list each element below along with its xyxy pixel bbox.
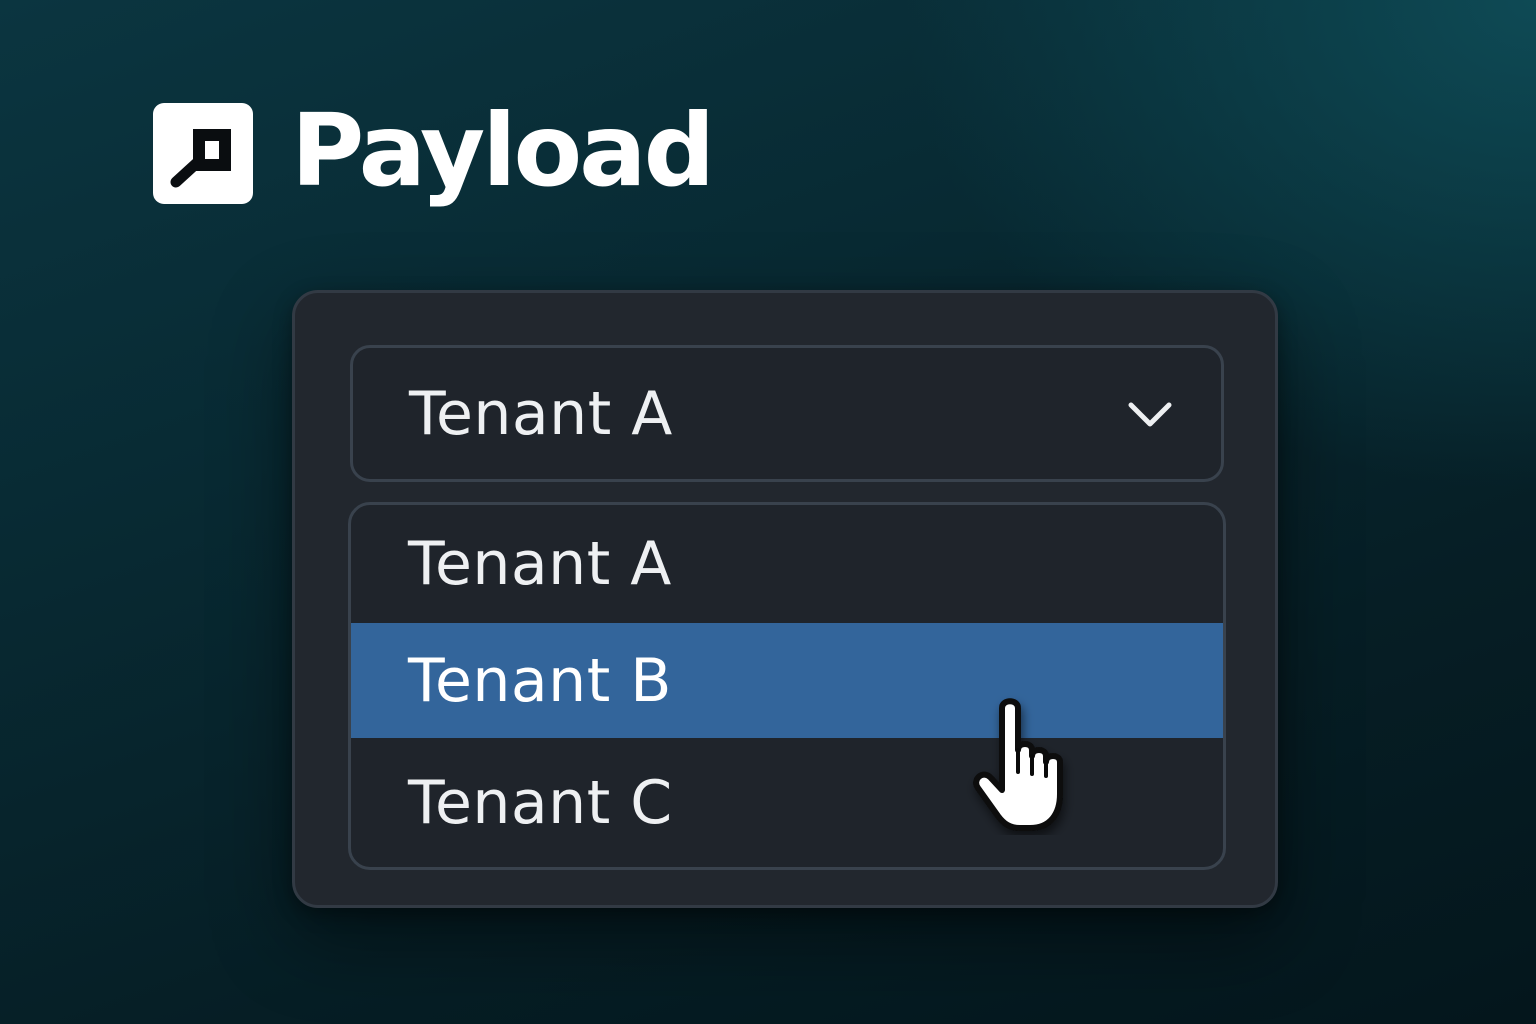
tenant-options-list: Tenant A Tenant B Tenant C — [348, 502, 1226, 870]
brand-name: Payload — [291, 91, 715, 209]
option-tenant-c[interactable]: Tenant C — [351, 738, 1223, 867]
tenant-select-trigger[interactable]: Tenant A — [350, 345, 1224, 482]
chevron-down-icon — [1127, 399, 1173, 429]
option-tenant-b[interactable]: Tenant B — [351, 623, 1223, 738]
tenant-selector-panel: Tenant A Tenant A Tenant B Tenant C — [292, 290, 1278, 908]
tenant-select-value: Tenant A — [409, 378, 673, 449]
payload-logo-icon — [153, 103, 253, 204]
option-tenant-a[interactable]: Tenant A — [351, 505, 1223, 623]
brand-header: Payload — [153, 91, 715, 209]
